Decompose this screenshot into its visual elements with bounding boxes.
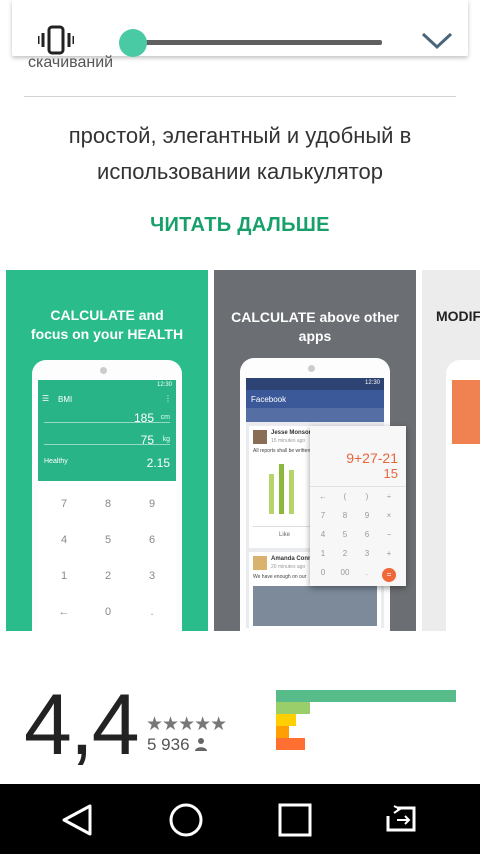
volume-panel [12, 0, 468, 58]
calc-key: 2 [342, 549, 348, 558]
rating-bar-3 [276, 714, 296, 726]
screenshot-caption: CALCULATE and focus on your HEALTH [30, 307, 184, 342]
rating-stars: ★★★★★ [146, 714, 227, 735]
keypad-key: 6 [148, 534, 156, 546]
keypad-key: 5 [104, 534, 112, 546]
keypad-key: . [150, 606, 154, 618]
more-icon: ⋮ [164, 394, 172, 403]
calc-key: 4 [320, 530, 326, 539]
phone-mockup: 12:30 ☰ BMI ⋮ 185 cm 75 kg Healthy 2.15 … [32, 360, 182, 631]
chevron-down-icon[interactable] [420, 30, 454, 50]
screenshot-modify[interactable]: MODIFY [422, 270, 480, 631]
calc-key: ÷ [386, 492, 392, 501]
calc-key: 3 [364, 549, 370, 558]
screen-rotate-icon[interactable] [384, 804, 424, 836]
keypad-key: 7 [60, 498, 68, 510]
screenshot-caption: MODIFY [436, 308, 480, 324]
floating-calculator[interactable]: 9+27-21 15 ←() ÷ 7 8 9 × 4 5 6−1 2 3 +0 00. = [310, 426, 406, 586]
screenshot-caption: CALCULATE above other apps [231, 309, 399, 344]
recents-icon[interactable] [278, 803, 312, 837]
calc-key: + [386, 549, 392, 558]
person-icon [195, 738, 207, 751]
keypad-key: 0 [104, 606, 112, 618]
volume-slider-thumb[interactable] [119, 29, 148, 57]
calc-key: 6 [364, 530, 370, 539]
screenshot-floating[interactable]: CALCULATE above other apps 12:30 Faceboo… [214, 270, 416, 631]
keypad-key: 9 [148, 498, 156, 510]
keypad-key: 1 [60, 570, 68, 582]
keypad-key: 2 [104, 570, 112, 582]
keypad-key: 4 [60, 534, 68, 546]
read-more-link[interactable]: ЧИТАТЬ ДАЛЬШЕ [0, 214, 480, 237]
calc-key: − [386, 530, 392, 539]
keypad-key: 8 [104, 498, 112, 510]
calc-key: 8 [342, 511, 348, 520]
keypad-key: 3 [148, 570, 156, 582]
calc-key: 1 [320, 549, 326, 558]
divider [24, 96, 456, 97]
screenshot-bmi[interactable]: CALCULATE and focus on your HEALTH 12:30… [6, 270, 208, 631]
reviews-count: 5 936 [147, 735, 190, 754]
vibrate-icon[interactable] [38, 22, 74, 58]
calc-key: ← [319, 492, 327, 501]
facebook-toolbar: Facebook [246, 390, 384, 408]
navigation-bar [0, 784, 480, 854]
rating-bar-2 [276, 726, 289, 738]
keypad-key: ← [58, 606, 70, 618]
calc-key: 7 [320, 511, 326, 520]
rating-bar-5 [276, 690, 456, 702]
bmi-header: 12:30 ☰ BMI ⋮ 185 cm 75 kg Healthy 2.15 [38, 380, 176, 481]
calc-key: 5 [342, 530, 348, 539]
calc-key: 00 [340, 568, 350, 577]
calc-key: = [382, 568, 396, 582]
calc-key: 9 [364, 511, 370, 520]
calc-key: . [365, 568, 369, 577]
calc-key: × [386, 511, 392, 520]
back-icon[interactable] [60, 803, 94, 837]
phone-screen: 12:30 ☰ BMI ⋮ 185 cm 75 kg Healthy 2.15 … [38, 380, 176, 630]
rating-value: 4,4 [24, 677, 140, 773]
volume-slider[interactable] [120, 40, 382, 45]
menu-icon: ☰ [42, 394, 50, 403]
rating-bar-1 [276, 738, 305, 750]
rating-bar-4 [276, 702, 311, 714]
phone-mockup [446, 360, 480, 631]
home-icon[interactable] [168, 802, 204, 838]
app-details-page: скачиваний простой, элегантный и удобный… [0, 0, 480, 854]
calc-key: ( [343, 492, 347, 501]
calc-key: ) [365, 492, 369, 501]
calc-key: 0 [320, 568, 326, 577]
downloads-label: скачиваний [28, 54, 114, 71]
app-description: простой, элегантный и удобный в использо… [68, 123, 412, 184]
